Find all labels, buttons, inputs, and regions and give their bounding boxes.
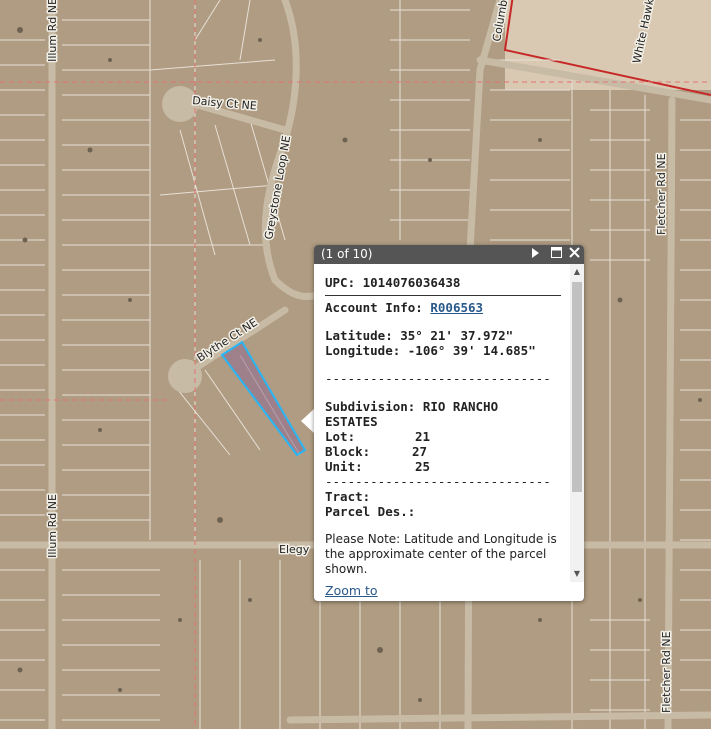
subdivision-line2: ESTATES (325, 414, 378, 429)
unit-value: 25 (415, 459, 431, 474)
account-info-row: Account Info: R006563 (325, 300, 561, 315)
popup-pointer (301, 408, 315, 434)
blythe-ct-cul-de-sac (168, 359, 202, 393)
account-link[interactable]: R006563 (430, 300, 483, 315)
scroll-thumb[interactable] (572, 282, 582, 492)
popup-content[interactable]: UPC: 1014076036438 Account Info: R006563… (314, 264, 570, 582)
popup-header: (1 of 10) (314, 245, 584, 264)
feature-count: (1 of 10) (321, 247, 373, 261)
maximize-button[interactable] (549, 247, 563, 262)
subdivision-line1: Subdivision: RIO RANCHO (325, 399, 499, 414)
lot-value: 21 (415, 429, 431, 444)
play-icon (531, 248, 539, 258)
block-label: Block: (325, 444, 371, 459)
upc-text: UPC: 1014076036438 (325, 275, 461, 290)
elegy-label: Elegy (279, 543, 310, 556)
zoom-to-link[interactable]: Zoom to (325, 583, 378, 598)
lot-label: Lot: (325, 429, 356, 444)
tract-label: Tract: (325, 489, 371, 504)
unit-label: Unit: (325, 459, 363, 474)
fletcher-rd-label-top: Fletcher Rd NE (655, 153, 668, 235)
scroll-up-icon[interactable]: ▲ (570, 266, 584, 278)
account-label: Account Info: (325, 300, 423, 315)
close-button[interactable] (567, 247, 581, 262)
maximize-icon (550, 247, 562, 258)
popup-footer: Zoom to (325, 583, 378, 598)
close-icon (568, 247, 580, 258)
latitude-text: Latitude: 35° 21' 37.972" (325, 328, 514, 343)
block-row: Block: 27 (325, 444, 561, 459)
illum-rd-label-top: Illum Rd NE (46, 0, 59, 62)
block-value: 27 (412, 444, 428, 459)
parcel-des-label: Parcel Des.: (325, 504, 416, 519)
dashes-separator-2: ------------------------------ (325, 474, 551, 489)
lot-row: Lot: 21 (325, 429, 561, 444)
unit-row: Unit: 25 (325, 459, 561, 474)
construction-area (505, 0, 711, 90)
dashes-separator-1: ------------------------------ (325, 371, 551, 386)
divider (325, 295, 561, 296)
lat-long-note: Please Note: Latitude and Longitude is t… (325, 532, 557, 576)
fletcher-rd-label-bottom: Fletcher Rd NE (660, 631, 673, 713)
parcel-info-popup: (1 of 10) UPC: 1014076036438 Account Inf… (314, 245, 584, 601)
scroll-down-icon[interactable]: ▼ (570, 568, 584, 580)
illum-rd-label-bottom: Illum Rd NE (46, 494, 59, 558)
next-feature-button[interactable] (528, 247, 542, 262)
popup-scrollbar[interactable]: ▲ ▼ (570, 264, 584, 582)
longitude-text: Longitude: -106° 39' 14.685" (325, 343, 536, 358)
